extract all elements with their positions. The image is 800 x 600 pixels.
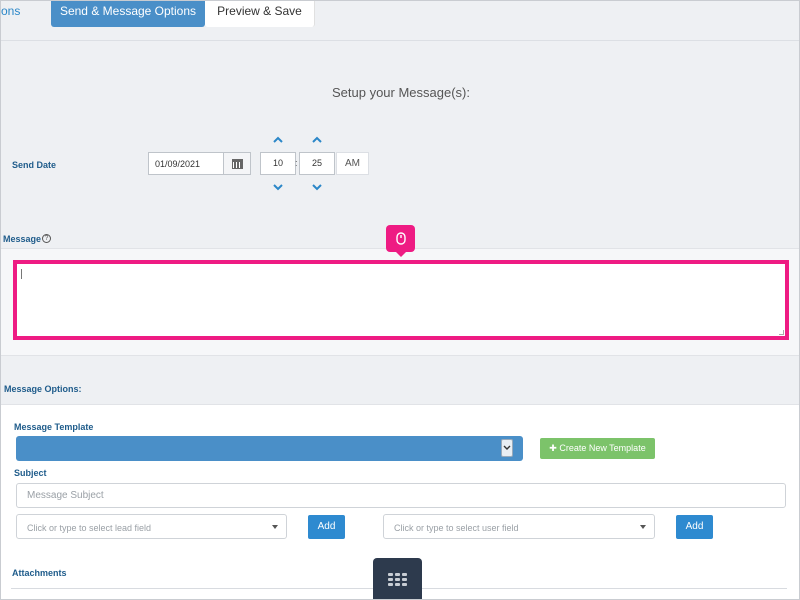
subject-label: Subject <box>14 468 47 478</box>
meridiem-toggle[interactable]: AM <box>336 152 369 175</box>
message-options-heading: Message Options: <box>4 384 82 394</box>
send-date-label: Send Date <box>12 160 57 170</box>
message-template-select[interactable] <box>16 436 523 461</box>
tab-send-message-options[interactable]: Send & Message Options <box>51 1 205 27</box>
help-icon[interactable]: ? <box>42 234 51 243</box>
text-cursor <box>21 269 22 279</box>
grid-icon <box>388 573 407 586</box>
pointer-indicator <box>386 225 415 257</box>
panel-toggle-button[interactable] <box>373 558 422 599</box>
hour-increment-button[interactable] <box>272 136 284 144</box>
lead-field-placeholder: Click or type to select lead field <box>27 523 152 533</box>
subject-input[interactable] <box>16 483 786 508</box>
create-template-button[interactable]: ✚ Create New Template <box>540 438 655 459</box>
lead-field-select[interactable]: Click or type to select lead field <box>16 514 287 539</box>
chevron-down-icon <box>312 184 322 191</box>
chevron-down-icon <box>273 184 283 191</box>
wizard-tabs: ons Send & Message Options Preview & Sav… <box>1 1 799 41</box>
attachments-label: Attachments <box>12 568 67 578</box>
message-template-label: Message Template <box>14 422 94 432</box>
setup-title: Setup your Message(s): <box>331 85 470 100</box>
caret-down-icon <box>640 525 646 529</box>
chevron-up-icon <box>273 136 283 143</box>
message-textarea[interactable] <box>13 260 789 340</box>
send-date-input[interactable]: 01/09/2021 <box>148 152 224 175</box>
mouse-icon <box>395 232 406 245</box>
template-dropdown-toggle[interactable] <box>501 439 513 457</box>
tab-options[interactable]: ons <box>1 1 41 27</box>
caret-down-icon <box>272 525 278 529</box>
minute-increment-button[interactable] <box>311 136 323 144</box>
user-field-select[interactable]: Click or type to select user field <box>383 514 655 539</box>
resize-handle[interactable] <box>779 330 784 335</box>
add-user-field-button[interactable]: Add <box>676 515 713 539</box>
tab-preview-save[interactable]: Preview & Save <box>205 1 315 27</box>
time-separator: : <box>295 158 298 168</box>
chevron-down-icon <box>503 445 511 450</box>
chevron-up-icon <box>312 136 322 143</box>
user-field-placeholder: Click or type to select user field <box>394 523 519 533</box>
minute-decrement-button[interactable] <box>311 183 323 191</box>
add-lead-field-button[interactable]: Add <box>308 515 345 539</box>
calendar-icon <box>231 158 243 169</box>
message-label: Message <box>3 234 42 244</box>
form-window: ons Send & Message Options Preview & Sav… <box>0 0 800 600</box>
minute-input[interactable]: 25 <box>299 152 335 175</box>
hour-input[interactable]: 10 <box>260 152 296 175</box>
hour-decrement-button[interactable] <box>272 183 284 191</box>
calendar-button[interactable] <box>224 152 251 175</box>
